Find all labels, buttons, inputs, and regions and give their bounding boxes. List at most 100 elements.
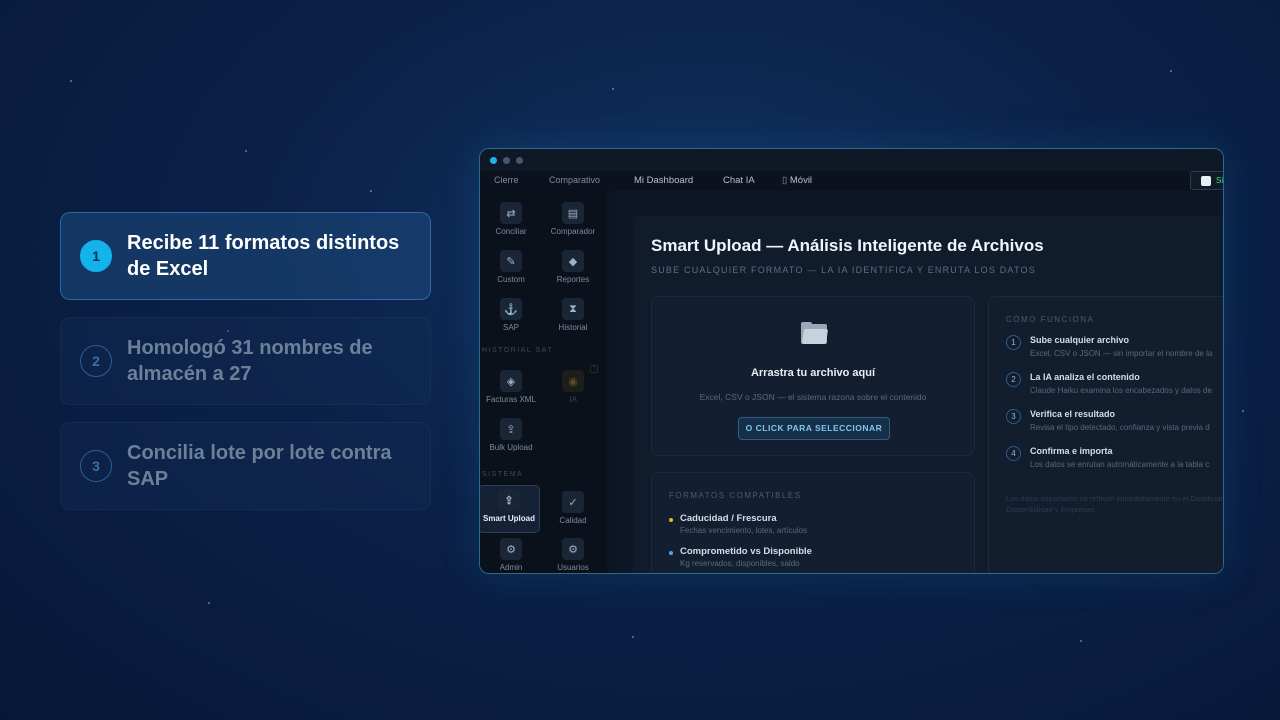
format-name: Caducidad / Frescura (680, 513, 777, 524)
nav-cierre[interactable]: Cierre (494, 175, 519, 185)
star (1242, 410, 1244, 412)
sidebar-item-label: Admin (499, 563, 523, 572)
page-title: Smart Upload — Análisis Inteligente de A… (651, 236, 1044, 255)
star (1170, 70, 1172, 72)
feature-steps: 1 Recibe 11 formatos distintos de Excel … (60, 212, 431, 527)
step-text: Concilia lote por lote contra SAP (127, 442, 392, 490)
how-step-desc: Los datos se enrutan automáticamente a l… (1030, 460, 1210, 469)
how-step-name: Sube cualquier archivo (1030, 335, 1130, 345)
top-checkbox[interactable]: Si (1190, 171, 1224, 190)
sidebar: ⇄ Conciliar ▤ Comparador ✎ Custom ◆ Repo… (480, 191, 607, 573)
how-note: Los datos importados se reflejan inmedia… (1006, 494, 1224, 514)
reconcile-icon: ⇄ (500, 202, 522, 224)
sidebar-item-label: IA (569, 395, 577, 404)
star (612, 88, 614, 90)
ai-icon: ◉ (562, 370, 584, 392)
sidebar-item-bulk-upload[interactable]: ⇪ Bulk Upload (482, 415, 540, 460)
history-icon: ⧗ (562, 298, 584, 320)
star (70, 80, 72, 82)
sidebar-item-label: Reportes (556, 275, 590, 284)
sidebar-item-smart-upload[interactable]: ⇪ Smart Upload (480, 485, 540, 533)
how-step-number: 4 (1006, 446, 1021, 461)
step-number: 3 (80, 450, 112, 482)
step-number: 1 (80, 240, 112, 272)
bullet-icon (669, 518, 673, 522)
drop-title: Arrastra tu archivo aquí (750, 367, 876, 379)
smart-upload-icon: ⇪ (498, 489, 520, 511)
how-step-name: Verifica el resultado (1030, 409, 1116, 419)
app-window: Cierre Comparativo Mi Dashboard Chat IA … (479, 148, 1224, 574)
compare-icon: ▤ (562, 202, 584, 224)
star (632, 636, 634, 638)
window-titlebar (480, 149, 1223, 171)
sidebar-item-comparador[interactable]: ▤ Comparador (544, 199, 602, 244)
section-sistema: SISTEMA (482, 471, 524, 478)
sidebar-item-reportes[interactable]: ◆ Reportes (544, 247, 602, 292)
how-step-desc: Claude Haiku examina los encabezados y d… (1030, 386, 1212, 395)
how-step-name: La IA analiza el contenido (1030, 372, 1140, 382)
window-maximize-dot[interactable] (516, 156, 523, 164)
formats-title: FORMATOS COMPATIBLES (669, 491, 802, 500)
how-step-desc: Revisa el tipo detectado, confianza y vi… (1030, 423, 1210, 432)
sidebar-item-usuarios[interactable]: ⚙ Usuarios (544, 535, 602, 573)
drop-subtitle: Excel, CSV o JSON — el sistema razona so… (699, 392, 927, 402)
main-content: Smart Upload — Análisis Inteligente de A… (616, 191, 1224, 573)
sidebar-item-label: Historial (558, 323, 588, 332)
star (245, 150, 247, 152)
how-step-name: Confirma e importa (1030, 446, 1113, 456)
step-text: Recibe 11 formatos distintos de Excel (127, 232, 400, 280)
users-icon: ⚙ (562, 538, 584, 560)
bullet-icon (669, 551, 673, 555)
how-it-works: CÓMO FUNCIONA 1 Sube cualquier archivo E… (988, 296, 1224, 573)
upload-icon: ⇪ (500, 418, 522, 440)
sidebar-item-label: Custom (497, 275, 525, 284)
sidebar-item-label: SAP (502, 323, 519, 332)
sidebar-item-admin[interactable]: ⚙ Admin (482, 535, 540, 573)
top-nav: Cierre Comparativo Mi Dashboard Chat IA … (480, 171, 1224, 191)
sidebar-item-facturas-xml[interactable]: ◈ Facturas XML (482, 367, 540, 412)
quality-icon: ✓ (562, 491, 584, 513)
step-text: Homologó 31 nombres de almacén a 27 (127, 337, 373, 385)
star (208, 602, 210, 604)
section-historial-sat: HISTORIAL SAT (482, 347, 554, 354)
smart-upload-panel: Smart Upload — Análisis Inteligente de A… (633, 216, 1224, 573)
format-desc: Fechas vencimiento, lotes, artículos (680, 526, 808, 535)
nav-comparativo[interactable]: Comparativo (549, 175, 600, 185)
compatible-formats: FORMATOS COMPATIBLES Caducidad / Frescur… (651, 472, 975, 573)
checkbox-box (1201, 176, 1211, 186)
select-file-button[interactable]: O CLICK PARA SELECCIONAR (738, 417, 890, 440)
checkbox-label: Si (1216, 176, 1224, 185)
custom-icon: ✎ (500, 250, 522, 272)
step-3: 3 Concilia lote por lote contra SAP (60, 422, 431, 510)
sidebar-item-calidad[interactable]: ✓ Calidad (544, 488, 602, 533)
window-close-dot[interactable] (490, 156, 497, 164)
nav-movil[interactable]: ▯ Móvil (782, 175, 812, 186)
reports-icon: ◆ (562, 250, 584, 272)
sidebar-item-ia[interactable]: ◉ IA ! (544, 365, 602, 412)
sidebar-item-label: Conciliar (495, 227, 527, 236)
how-title: CÓMO FUNCIONA (1006, 315, 1095, 324)
window-minimize-dot[interactable] (503, 156, 510, 164)
sidebar-item-sap[interactable]: ⚓ SAP (482, 295, 540, 340)
star (1080, 640, 1082, 642)
step-1: 1 Recibe 11 formatos distintos de Excel (60, 212, 431, 300)
file-drop-zone[interactable]: Arrastra tu archivo aquí Excel, CSV o JS… (651, 296, 975, 456)
nav-dashboard[interactable]: Mi Dashboard (634, 175, 693, 186)
how-step-number: 1 (1006, 335, 1021, 350)
invoice-icon: ◈ (500, 370, 522, 392)
step-2: 2 Homologó 31 nombres de almacén a 27 (60, 317, 431, 405)
sidebar-item-label: Calidad (559, 516, 587, 525)
star (370, 190, 372, 192)
sidebar-item-historial[interactable]: ⧗ Historial (544, 295, 602, 340)
how-step-number: 2 (1006, 372, 1021, 387)
nav-chat[interactable]: Chat IA (723, 175, 755, 186)
sidebar-item-label: Bulk Upload (489, 443, 533, 452)
page-subtitle: SUBE CUALQUIER FORMATO — LA IA IDENTIFIC… (651, 265, 1036, 275)
format-desc: Kg reservados, disponibles, saldo (680, 559, 800, 568)
sidebar-item-conciliar[interactable]: ⇄ Conciliar (482, 199, 540, 244)
gear-icon: ⚙ (500, 538, 522, 560)
sidebar-item-custom[interactable]: ✎ Custom (482, 247, 540, 292)
sidebar-badge: ! (590, 365, 598, 373)
sap-icon: ⚓ (500, 298, 522, 320)
step-number: 2 (80, 345, 112, 377)
